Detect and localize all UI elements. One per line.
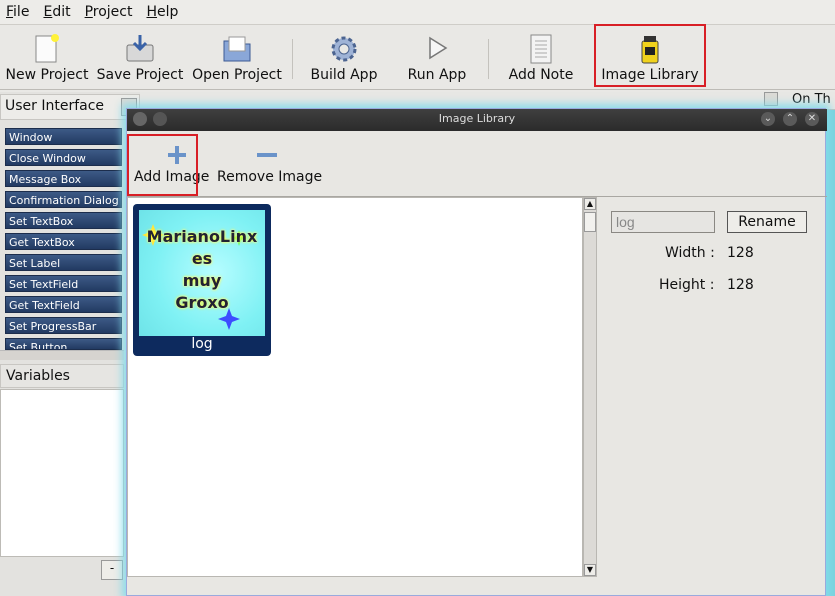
rename-button[interactable]: Rename [727, 211, 807, 233]
height-label: Height : [659, 277, 715, 293]
minimize-icon[interactable]: ⌄ [761, 112, 775, 126]
canvas-top-label: On Th [792, 92, 831, 107]
dialog-title: Image Library [438, 112, 516, 125]
image-properties-panel: Rename Width : 128 Height : 128 [597, 197, 827, 577]
variables-list[interactable] [0, 389, 124, 557]
command-item[interactable]: Set Label [5, 254, 122, 271]
menu-help[interactable]: Help [146, 4, 178, 20]
image-preview: MarianoLinx es muy Groxo [139, 210, 265, 336]
command-item[interactable]: Window [5, 128, 122, 145]
image-name-label: log [191, 336, 213, 352]
width-value: 128 [727, 245, 754, 261]
ui-category-label: User Interface [5, 98, 105, 114]
remove-variable-button[interactable]: - [101, 560, 123, 580]
scroll-down-icon[interactable]: ▼ [584, 564, 596, 576]
window-menu-icon[interactable] [133, 112, 147, 126]
command-item[interactable]: Get TextBox [5, 233, 122, 250]
build-app-label: Build App [310, 67, 378, 83]
canvas-scroll-up[interactable] [764, 92, 778, 106]
ui-category-select[interactable]: User Interface [0, 94, 140, 120]
add-image-highlight [127, 134, 198, 196]
left-panel: User Interface Window Close Window Messa… [0, 92, 140, 596]
scrollbar-thumb[interactable] [584, 212, 596, 232]
menu-file[interactable]: File [6, 4, 29, 20]
image-library-dialog: Image Library ⌄ ⌃ ✕ Add Image Remove Ima… [126, 108, 827, 596]
gear-icon [331, 36, 357, 62]
image-thumbnail[interactable]: MarianoLinx es muy Groxo log [133, 204, 271, 356]
menu-project[interactable]: Project [85, 4, 133, 20]
minus-icon [257, 153, 277, 157]
open-project-button[interactable]: Open Project [190, 29, 284, 87]
save-project-button[interactable]: Save Project [96, 29, 184, 87]
command-item[interactable]: Set ProgressBar [5, 317, 122, 334]
command-list: Window Close Window Message Box Confirma… [0, 128, 124, 386]
scroll-up-icon[interactable]: ▲ [584, 198, 596, 210]
command-list-scrollbar[interactable] [0, 350, 124, 360]
add-note-button[interactable]: Add Note [504, 29, 578, 87]
preview-line: MarianoLinx [146, 227, 258, 246]
menu-bar: File Edit Project Help [0, 0, 835, 24]
main-toolbar: New Project Save Project Open Project Bu… [0, 24, 835, 90]
close-icon[interactable]: ✕ [805, 112, 819, 126]
toolbar-separator [292, 39, 293, 79]
image-grid: MarianoLinx es muy Groxo log [127, 197, 583, 577]
command-item[interactable]: Confirmation Dialog [5, 191, 122, 208]
add-note-label: Add Note [508, 67, 574, 83]
preview-line: muy [182, 271, 222, 290]
image-library-highlight [594, 24, 706, 87]
build-app-button[interactable]: Build App [306, 29, 382, 87]
height-value: 128 [727, 277, 754, 293]
play-icon [429, 36, 448, 60]
image-grid-scrollbar[interactable]: ▲ ▼ [583, 197, 597, 577]
toolbar-separator [488, 39, 489, 79]
run-app-label: Run App [407, 67, 467, 83]
remove-image-label: Remove Image [217, 169, 323, 185]
maximize-icon[interactable]: ⌃ [783, 112, 797, 126]
dialog-toolbar: Add Image Remove Image [127, 131, 827, 197]
image-name-field[interactable] [611, 211, 715, 233]
window-pin-icon[interactable] [153, 112, 167, 126]
note-icon [530, 34, 552, 64]
menu-edit[interactable]: Edit [43, 4, 70, 20]
save-project-label: Save Project [96, 67, 184, 83]
new-project-label: New Project [5, 67, 89, 83]
command-item[interactable]: Close Window [5, 149, 122, 166]
new-document-icon [35, 34, 59, 63]
preview-line: Groxo [175, 293, 229, 312]
width-label: Width : [665, 245, 715, 261]
save-icon [126, 35, 154, 62]
open-project-label: Open Project [192, 67, 282, 83]
command-item[interactable]: Message Box [5, 170, 122, 187]
folder-open-icon [223, 36, 251, 62]
dialog-titlebar: Image Library ⌄ ⌃ ✕ [127, 109, 827, 131]
new-project-button[interactable]: New Project [4, 29, 90, 87]
variables-header: Variables [0, 364, 124, 388]
command-item[interactable]: Set TextField [5, 275, 122, 292]
command-item[interactable]: Get TextField [5, 296, 122, 313]
run-app-button[interactable]: Run App [402, 29, 472, 87]
preview-line: es [191, 249, 213, 268]
command-item[interactable]: Set TextBox [5, 212, 122, 229]
command-item[interactable]: Set Button [5, 338, 122, 350]
